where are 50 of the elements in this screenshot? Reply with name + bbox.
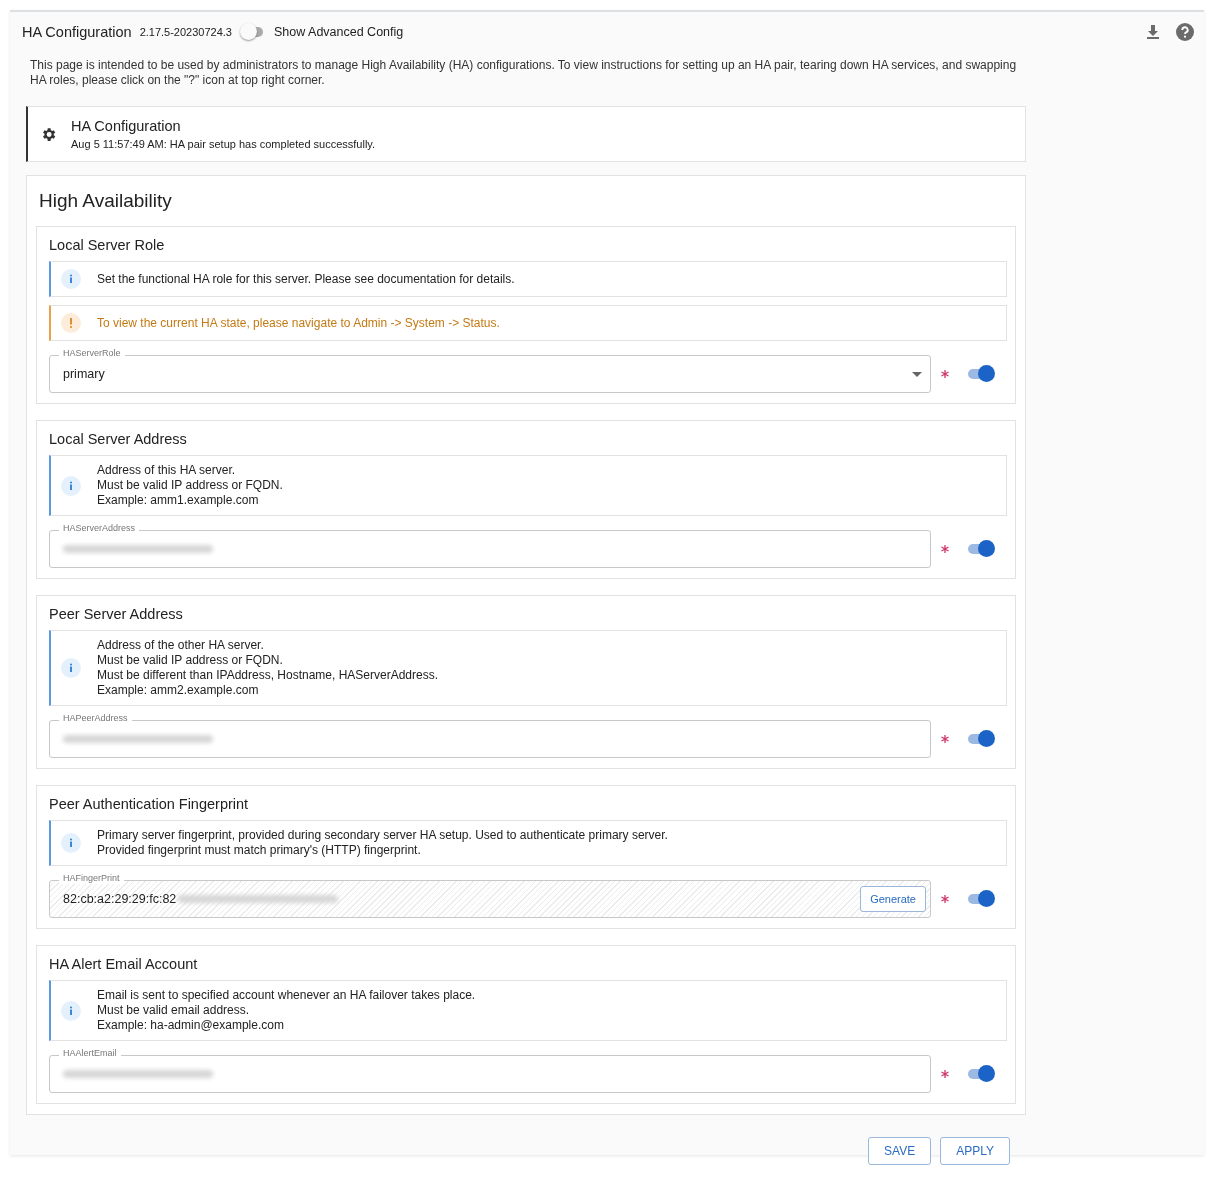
- generate-button[interactable]: Generate: [860, 886, 926, 912]
- note-text: Primary server fingerprint, provided during secondary server HA setup. Used to authenticate primary server.: [97, 828, 668, 843]
- note-text: To view the current HA state, please navigate to Admin -> System -> Status.: [97, 315, 500, 331]
- switch-label: Show Advanced Config: [274, 25, 404, 39]
- input-field[interactable]: [49, 530, 931, 568]
- input-field[interactable]: [49, 720, 931, 758]
- field-value: 82:cb:a2:29:29:fc:82: [63, 892, 177, 906]
- note-text: Provided fingerprint must match primary's (HTTP) fingerprint.: [97, 843, 422, 858]
- info-icon: [61, 658, 81, 678]
- input-field[interactable]: [49, 1055, 931, 1093]
- note-text: Must be valid email address.: [97, 1003, 251, 1018]
- warning-icon: [61, 313, 81, 333]
- section-title: HA Alert Email Account: [49, 956, 199, 972]
- field-label: HAPeerAddress: [59, 713, 132, 724]
- version-label: 2.17.5-20230724.3: [139, 26, 232, 38]
- dropdown-caret-icon: [912, 371, 922, 377]
- info-icon: [61, 833, 81, 853]
- note-text: Email is sent to specified account whenever an HA failover takes place.: [97, 988, 476, 1003]
- field-label: HAServerAddress: [59, 523, 140, 534]
- info-icon: [61, 1000, 81, 1021]
- section-title: Local Server Address: [49, 431, 188, 447]
- section-title: Peer Server Address: [49, 606, 184, 622]
- note-text: Example: amm1.example.com: [97, 493, 260, 508]
- action-button[interactable]: SAVE: [868, 1137, 932, 1165]
- role-dropdown[interactable]: primary: [49, 355, 931, 393]
- settings-icon: [40, 125, 57, 143]
- intro-text: This page is intended to be used by administrators to manage High Availability (HA) configurations. To view instructions for setting up an HA pair, tearing down HA services, and swapping HA roles, please click on the "?" icon at top right corner.: [30, 58, 1018, 88]
- note-text: Example: ha-admin@example.com: [97, 1018, 285, 1033]
- download-icon[interactable]: [1146, 24, 1160, 40]
- page-title: HA Configuration: [22, 24, 132, 40]
- help-icon[interactable]: [1176, 23, 1194, 41]
- status-message: Aug 5 11:57:49 AM: HA pair setup has completed successfully.: [71, 138, 376, 150]
- note-text: Address of this HA server.: [97, 463, 237, 478]
- field-label: HAAlertEmail: [59, 1048, 121, 1059]
- note-text: Example: amm2.example.com: [97, 683, 260, 698]
- info-icon: [61, 475, 81, 496]
- panel-title: High Availability: [39, 190, 173, 212]
- note-text: Address of the other HA server.: [97, 638, 265, 653]
- field-label: HAFingerPrint: [59, 873, 124, 884]
- section-title: Peer Authentication Fingerprint: [49, 796, 250, 812]
- status-title: HA Configuration: [71, 118, 182, 134]
- field-label: HAServerRole: [59, 348, 125, 359]
- note-text: Set the functional HA role for this server. Please see documentation for details.: [97, 271, 515, 287]
- section-title: Local Server Role: [49, 237, 166, 253]
- info-icon: [61, 269, 81, 289]
- action-button[interactable]: APPLY: [940, 1137, 1010, 1165]
- note-text: Must be different than IPAddress, Hostname, HAServerAddress.: [97, 668, 439, 683]
- note-text: Must be valid IP address or FQDN.: [97, 478, 283, 493]
- note-text: Must be valid IP address or FQDN.: [97, 653, 284, 668]
- field-value: primary: [63, 367, 105, 381]
